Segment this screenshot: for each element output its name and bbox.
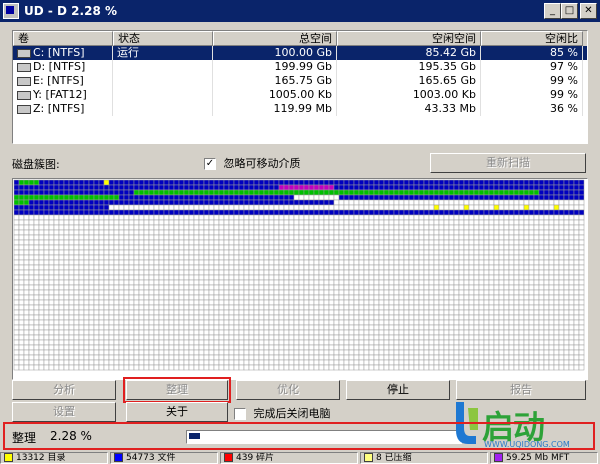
drive-status [113,60,213,74]
drive-icon [17,48,31,58]
dirs-color-swatch [4,453,13,462]
files-color-swatch [114,453,123,462]
minimize-button[interactable]: _ [544,3,561,19]
analyze-button[interactable]: 分析 [12,380,116,400]
status-highlight-box [3,422,595,450]
drive-free: 43.33 Mb [337,102,481,116]
cluster-map-label: 磁盘簇图: [12,158,60,171]
main-window: 卷 状态 总空间 空闲空间 空闲比 C: [NTFS] 运行 100.00 Gb 85… [0,22,600,464]
window-title: UD - D 2.28 % [24,4,117,18]
drive-volume: D: [NTFS] [13,60,113,74]
ignore-removable-option[interactable]: ✓ 忽略可移动介质 [204,155,301,171]
cluster-map-grid [13,179,585,371]
cluster-map [12,178,588,380]
status-fragments: 439 碎片 [220,452,358,464]
status-compressed: 8 已压缩 [360,452,488,464]
ignore-removable-label: 忽略可移动介质 [223,157,301,170]
drive-status: 运行 [113,46,213,60]
status-dirs: 13312 目录 [0,452,108,464]
drive-free-pct: 99 % [481,74,583,88]
title-bar: UD - D 2.28 % _ □ ✕ [0,0,600,22]
drive-icon [17,90,31,100]
drive-volume: C: [NTFS] [13,46,113,60]
report-button[interactable]: 报告 [456,380,586,400]
ignore-removable-checkbox[interactable]: ✓ [204,158,216,170]
drive-total: 1005.00 Kb [213,88,337,102]
drive-row[interactable]: E: [NTFS] 165.75 Gb 165.65 Gb 99 % [13,74,587,88]
drive-total: 100.00 Gb [213,46,337,60]
drive-free-pct: 36 % [481,102,583,116]
column-header-volume[interactable]: 卷 [13,31,113,46]
drive-list-header: 卷 状态 总空间 空闲空间 空闲比 [13,31,587,46]
column-header-free[interactable]: 空闲空间 [337,31,481,46]
drive-volume: Z: [NTFS] [13,102,113,116]
shutdown-label: 完成后关闭电脑 [253,407,331,420]
drive-status [113,88,213,102]
drive-list[interactable]: 卷 状态 总空间 空闲空间 空闲比 C: [NTFS] 运行 100.00 Gb 85… [12,30,588,144]
drive-row[interactable]: Y: [FAT12] 1005.00 Kb 1003.00 Kb 99 % [13,88,587,102]
drive-free: 1003.00 Kb [337,88,481,102]
stop-button[interactable]: 停止 [346,380,450,400]
mft-color-swatch [494,453,503,462]
app-icon [3,3,19,19]
column-header-total[interactable]: 总空间 [213,31,337,46]
maximize-button[interactable]: □ [561,3,578,19]
drive-free-pct: 85 % [481,46,583,60]
drive-status [113,102,213,116]
drive-row[interactable]: Z: [NTFS] 119.99 Mb 43.33 Mb 36 % [13,102,587,116]
drive-free: 165.65 Gb [337,74,481,88]
shutdown-checkbox[interactable] [234,408,246,420]
settings-button[interactable]: 设置 [12,402,116,422]
drive-row[interactable]: D: [NTFS] 199.99 Gb 195.35 Gb 97 % [13,60,587,74]
drive-free-pct: 99 % [481,88,583,102]
drive-volume: Y: [FAT12] [13,88,113,102]
rescan-button[interactable]: 重新扫描 [430,153,586,173]
fragments-color-swatch [224,453,233,462]
drive-icon [17,62,31,72]
column-header-free-pct[interactable]: 空闲比 [481,31,583,46]
drive-icon [17,104,31,114]
defrag-highlight-box [123,377,231,403]
drive-free-pct: 97 % [481,60,583,74]
drive-row[interactable]: C: [NTFS] 运行 100.00 Gb 85.42 Gb 85 % [13,46,587,60]
status-files: 54773 文件 [110,452,218,464]
status-bar: 13312 目录 54773 文件 439 碎片 8 已压缩 59.25 Mb … [0,452,600,464]
drive-volume: E: [NTFS] [13,74,113,88]
drive-status [113,74,213,88]
drive-icon [17,76,31,86]
optimize-button[interactable]: 优化 [236,380,340,400]
drive-total: 165.75 Gb [213,74,337,88]
drive-free: 85.42 Gb [337,46,481,60]
drive-free: 195.35 Gb [337,60,481,74]
drive-total: 199.99 Gb [213,60,337,74]
close-button[interactable]: ✕ [580,3,597,19]
drive-total: 119.99 Mb [213,102,337,116]
shutdown-option[interactable]: 完成后关闭电脑 [234,405,331,421]
column-header-status[interactable]: 状态 [113,31,213,46]
status-mft: 59.25 Mb MFT [490,452,598,464]
about-button[interactable]: 关于 [126,402,228,422]
compressed-color-swatch [364,453,373,462]
